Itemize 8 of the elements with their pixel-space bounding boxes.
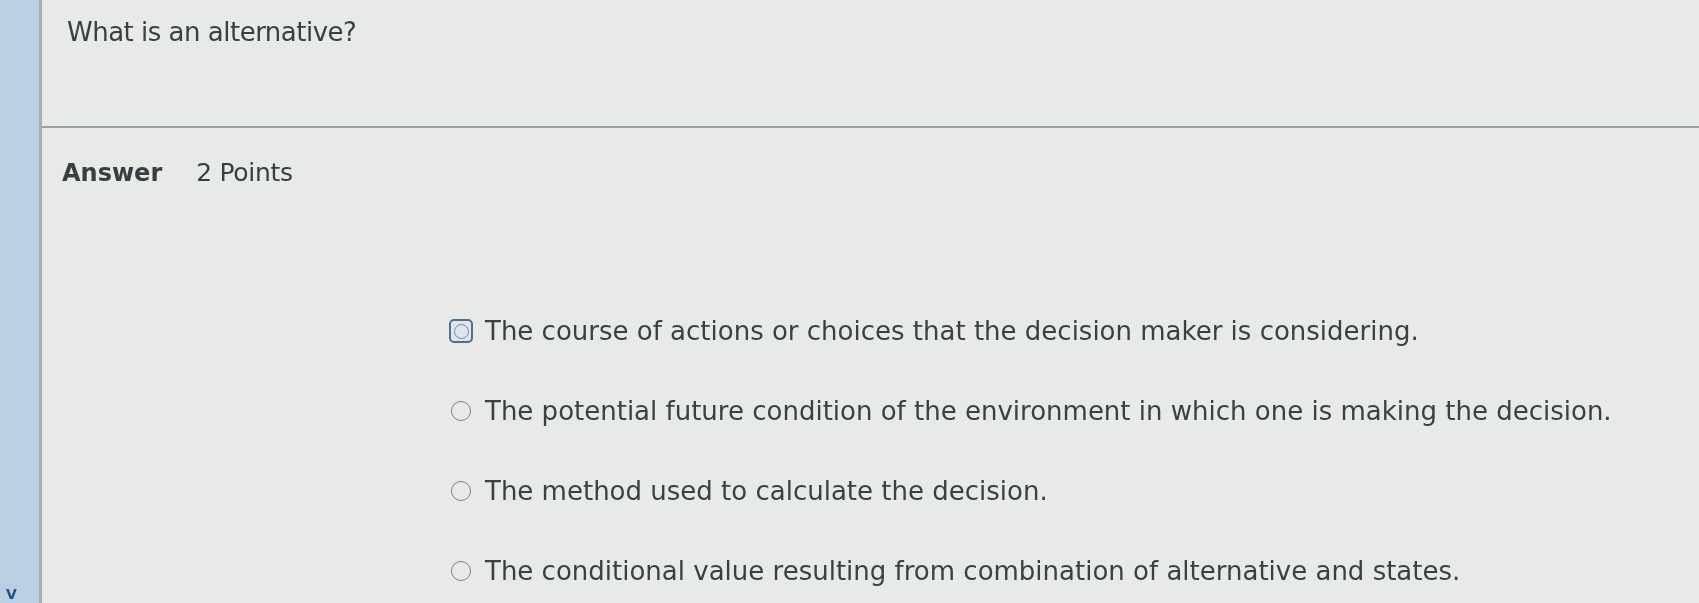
answer-label: Answer	[62, 159, 163, 187]
option-text: The potential future condition of the environment in which one is making the decision.	[485, 396, 1612, 426]
option-text: The conditional value resulting from combination of alternative and states.	[485, 556, 1461, 586]
sidebar-label: V	[6, 587, 17, 601]
option-text: The method used to calculate the decision.	[485, 476, 1048, 506]
option-text: The course of actions or choices that the decision maker is considering.	[485, 316, 1419, 346]
points-text: 2 Points	[196, 158, 293, 187]
question-text: What is an alternative?	[67, 17, 357, 47]
